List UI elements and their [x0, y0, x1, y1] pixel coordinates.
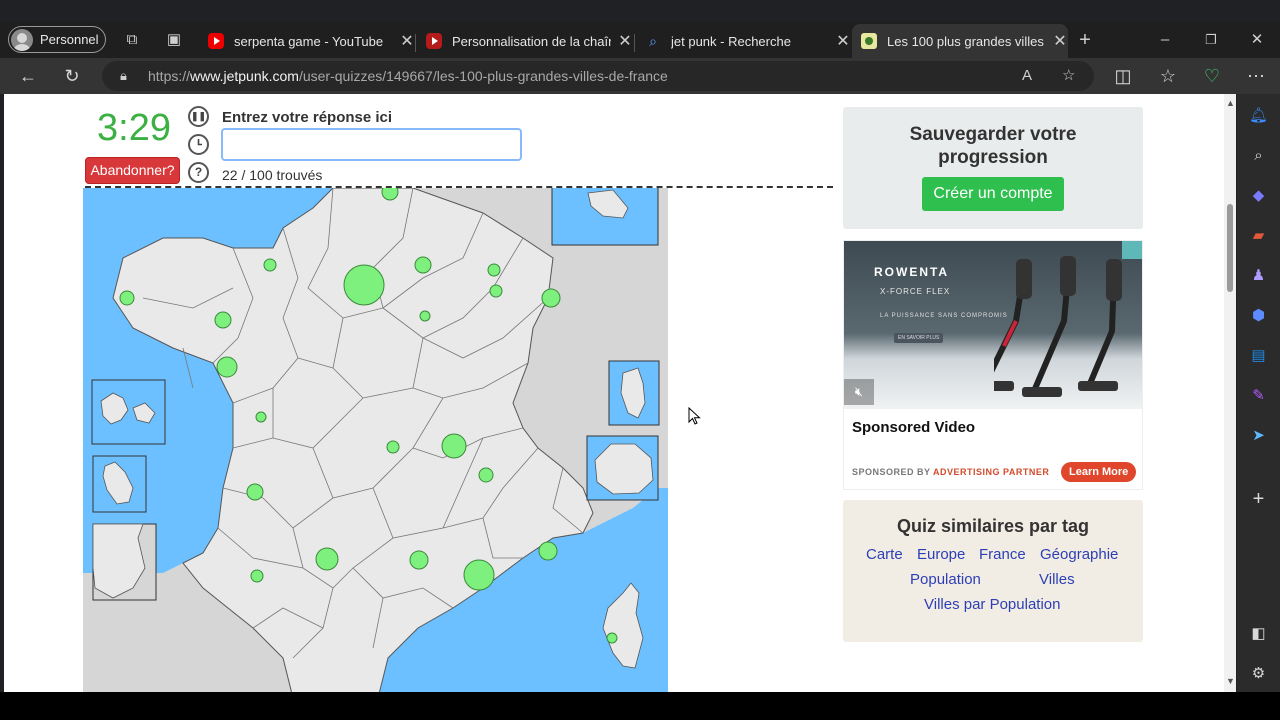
- tab-actions-icon[interactable]: ▣: [165, 31, 183, 49]
- quiz-timer: 3:29: [97, 107, 171, 149]
- restore-icon[interactable]: ❐: [1202, 31, 1220, 49]
- designer-icon[interactable]: ✎: [1249, 386, 1268, 405]
- minimize-icon[interactable]: –: [1156, 31, 1174, 49]
- ad-sponsored-by: SPONSORED BY ADVERTISING PARTNER: [852, 467, 1049, 477]
- jetpunk-icon: [861, 33, 877, 49]
- bottom-bar: [0, 692, 1280, 720]
- settings-gear-icon[interactable]: ⚙: [1249, 664, 1268, 683]
- refresh-icon[interactable]: ↻: [61, 66, 83, 86]
- mute-icon[interactable]: 🔇︎: [844, 379, 874, 405]
- ad-brand: ROWENTA: [874, 265, 950, 279]
- learn-more-button[interactable]: Learn More: [1061, 462, 1137, 482]
- ad-sponsor-name: ADVERTISING PARTNER: [933, 467, 1050, 477]
- copilot-icon[interactable]: ⬢: [1249, 306, 1268, 325]
- tag-link-geographie[interactable]: Géographie: [1040, 546, 1118, 563]
- ad-sponsored-prefix: SPONSORED BY: [852, 467, 931, 477]
- split-screen-icon[interactable]: ◫: [1112, 66, 1134, 86]
- vacuum-image: [994, 256, 1122, 397]
- answer-prompt: Entrez votre réponse ici: [222, 109, 393, 126]
- tab-bar: Personnel ⧉ ▣ serpenta game - YouTube ✕ …: [0, 22, 1280, 58]
- favorite-star-icon[interactable]: ☆: [1062, 61, 1075, 91]
- similar-quizzes-title: Quiz similaires par tag: [896, 516, 1090, 536]
- more-menu-icon[interactable]: ⋯: [1245, 66, 1267, 86]
- games-icon[interactable]: ♟: [1249, 266, 1268, 285]
- address-bar-row: ← ↻ 🔒︎ https://www.jetpunk.com/user-quiz…: [0, 58, 1280, 94]
- outlook-icon[interactable]: ▤: [1249, 346, 1268, 365]
- ad-small-cta[interactable]: EN SAVOIR PLUS: [894, 333, 944, 343]
- search-icon[interactable]: ⌕: [1249, 146, 1268, 165]
- tab-search[interactable]: ⌕ jet punk - Recherche ✕: [637, 24, 851, 58]
- tab-youtube[interactable]: serpenta game - YouTube ✕: [200, 24, 415, 58]
- new-tab-button[interactable]: +: [1076, 30, 1094, 50]
- shopping-tag-icon[interactable]: ◆: [1249, 186, 1268, 205]
- tag-link-population[interactable]: Population: [910, 571, 981, 588]
- close-icon[interactable]: ✕: [1052, 31, 1068, 51]
- tab-channel-customization[interactable]: Personnalisation de la chaîne ✕: [418, 24, 633, 58]
- url-field[interactable]: 🔒︎ https://www.jetpunk.com/user-quizzes/…: [102, 61, 1094, 91]
- scroll-up-icon[interactable]: ▲: [1226, 98, 1235, 108]
- window-close-icon[interactable]: ✕: [1248, 31, 1266, 49]
- save-progress-card: Sauvegarder votre progression Créer un c…: [843, 107, 1143, 229]
- ad-video[interactable]: ROWENTA X-FORCE FLEX LA PUISSANCE SANS C…: [844, 241, 1142, 409]
- profile-label: Personnel: [40, 32, 99, 47]
- youtube-studio-icon: [426, 33, 442, 49]
- save-progress-title: Sauvegarder votre progression: [909, 124, 1077, 168]
- search-icon: ⌕: [649, 33, 657, 49]
- mouse-cursor-icon: [688, 407, 701, 425]
- give-up-button[interactable]: Abandonner?: [85, 157, 180, 184]
- page-scrollbar[interactable]: ▲ ▼: [1224, 94, 1236, 692]
- browser-essentials-icon[interactable]: ♡: [1201, 66, 1223, 86]
- france-map[interactable]: [83, 181, 668, 692]
- browser-window: Personnel ⧉ ▣ serpenta game - YouTube ✕ …: [0, 0, 1280, 720]
- ad-tagline: LA PUISSANCE SANS COMPROMIS: [880, 313, 1008, 319]
- tag-link-france[interactable]: France: [979, 546, 1026, 563]
- answer-input[interactable]: [221, 128, 522, 161]
- notification-bell-icon[interactable]: 🔔︎: [1249, 106, 1268, 125]
- scroll-down-icon[interactable]: ▼: [1226, 676, 1235, 686]
- help-icon[interactable]: ?: [188, 162, 209, 183]
- url-host: www.jetpunk.com: [190, 68, 299, 84]
- ad-model: X-FORCE FLEX: [880, 287, 951, 296]
- profile-button[interactable]: Personnel: [8, 26, 106, 53]
- pause-icon[interactable]: ❚❚: [188, 106, 209, 127]
- tag-link-europe[interactable]: Europe: [917, 546, 965, 563]
- close-icon[interactable]: ✕: [835, 31, 851, 51]
- back-icon[interactable]: ←: [17, 66, 39, 86]
- youtube-icon: [208, 33, 224, 49]
- tab-jetpunk-quiz[interactable]: Les 100 plus grandes villes de ✕: [852, 24, 1068, 58]
- url-prefix: https://: [148, 68, 191, 84]
- tag-link-villes-par-population[interactable]: Villes par Population: [924, 596, 1060, 613]
- avatar: [11, 28, 33, 51]
- workspaces-icon[interactable]: ⧉: [123, 31, 141, 49]
- lock-icon: 🔒︎: [120, 68, 127, 83]
- page-viewport: 3:29 Abandonner? ❚❚ ? Entrez votre répon…: [4, 94, 1236, 692]
- found-counter: 22 / 100 trouvés: [222, 167, 323, 183]
- similar-quizzes-card: Quiz similaires par tag: [843, 500, 1143, 642]
- hide-sidebar-icon[interactable]: ◧: [1249, 624, 1268, 643]
- close-icon[interactable]: ✕: [399, 31, 415, 51]
- sponsored-ad[interactable]: ROWENTA X-FORCE FLEX LA PUISSANCE SANS C…: [843, 240, 1143, 490]
- tab-label: serpenta game - YouTube: [234, 33, 384, 49]
- url-path: /user-quizzes/149667/les-100-plus-grande…: [298, 68, 668, 84]
- create-account-button[interactable]: Créer un compte: [922, 177, 1064, 211]
- favorites-icon[interactable]: ☆: [1157, 66, 1179, 86]
- scrollbar-thumb[interactable]: [1227, 204, 1233, 292]
- read-aloud-icon[interactable]: A: [1022, 61, 1032, 91]
- tag-link-carte[interactable]: Carte: [866, 546, 903, 563]
- france-map-svg: [83, 181, 668, 692]
- tab-label: Personnalisation de la chaîne: [452, 33, 611, 49]
- send-icon[interactable]: ➤: [1249, 426, 1268, 445]
- close-icon[interactable]: ✕: [617, 31, 633, 51]
- edge-sidebar: 🔔︎ ⌕ ◆ ▰ ♟ ⬢ ▤ ✎ ➤ + ◧ ⚙: [1237, 94, 1280, 696]
- tab-label: jet punk - Recherche: [671, 33, 791, 49]
- tag-link-villes[interactable]: Villes: [1039, 571, 1075, 588]
- tools-icon[interactable]: ▰: [1249, 226, 1268, 245]
- add-sidebar-app-icon[interactable]: +: [1249, 489, 1268, 509]
- clock-icon[interactable]: [188, 134, 209, 155]
- ad-title: Sponsored Video: [852, 419, 976, 436]
- tab-label: Les 100 plus grandes villes de: [887, 33, 1046, 49]
